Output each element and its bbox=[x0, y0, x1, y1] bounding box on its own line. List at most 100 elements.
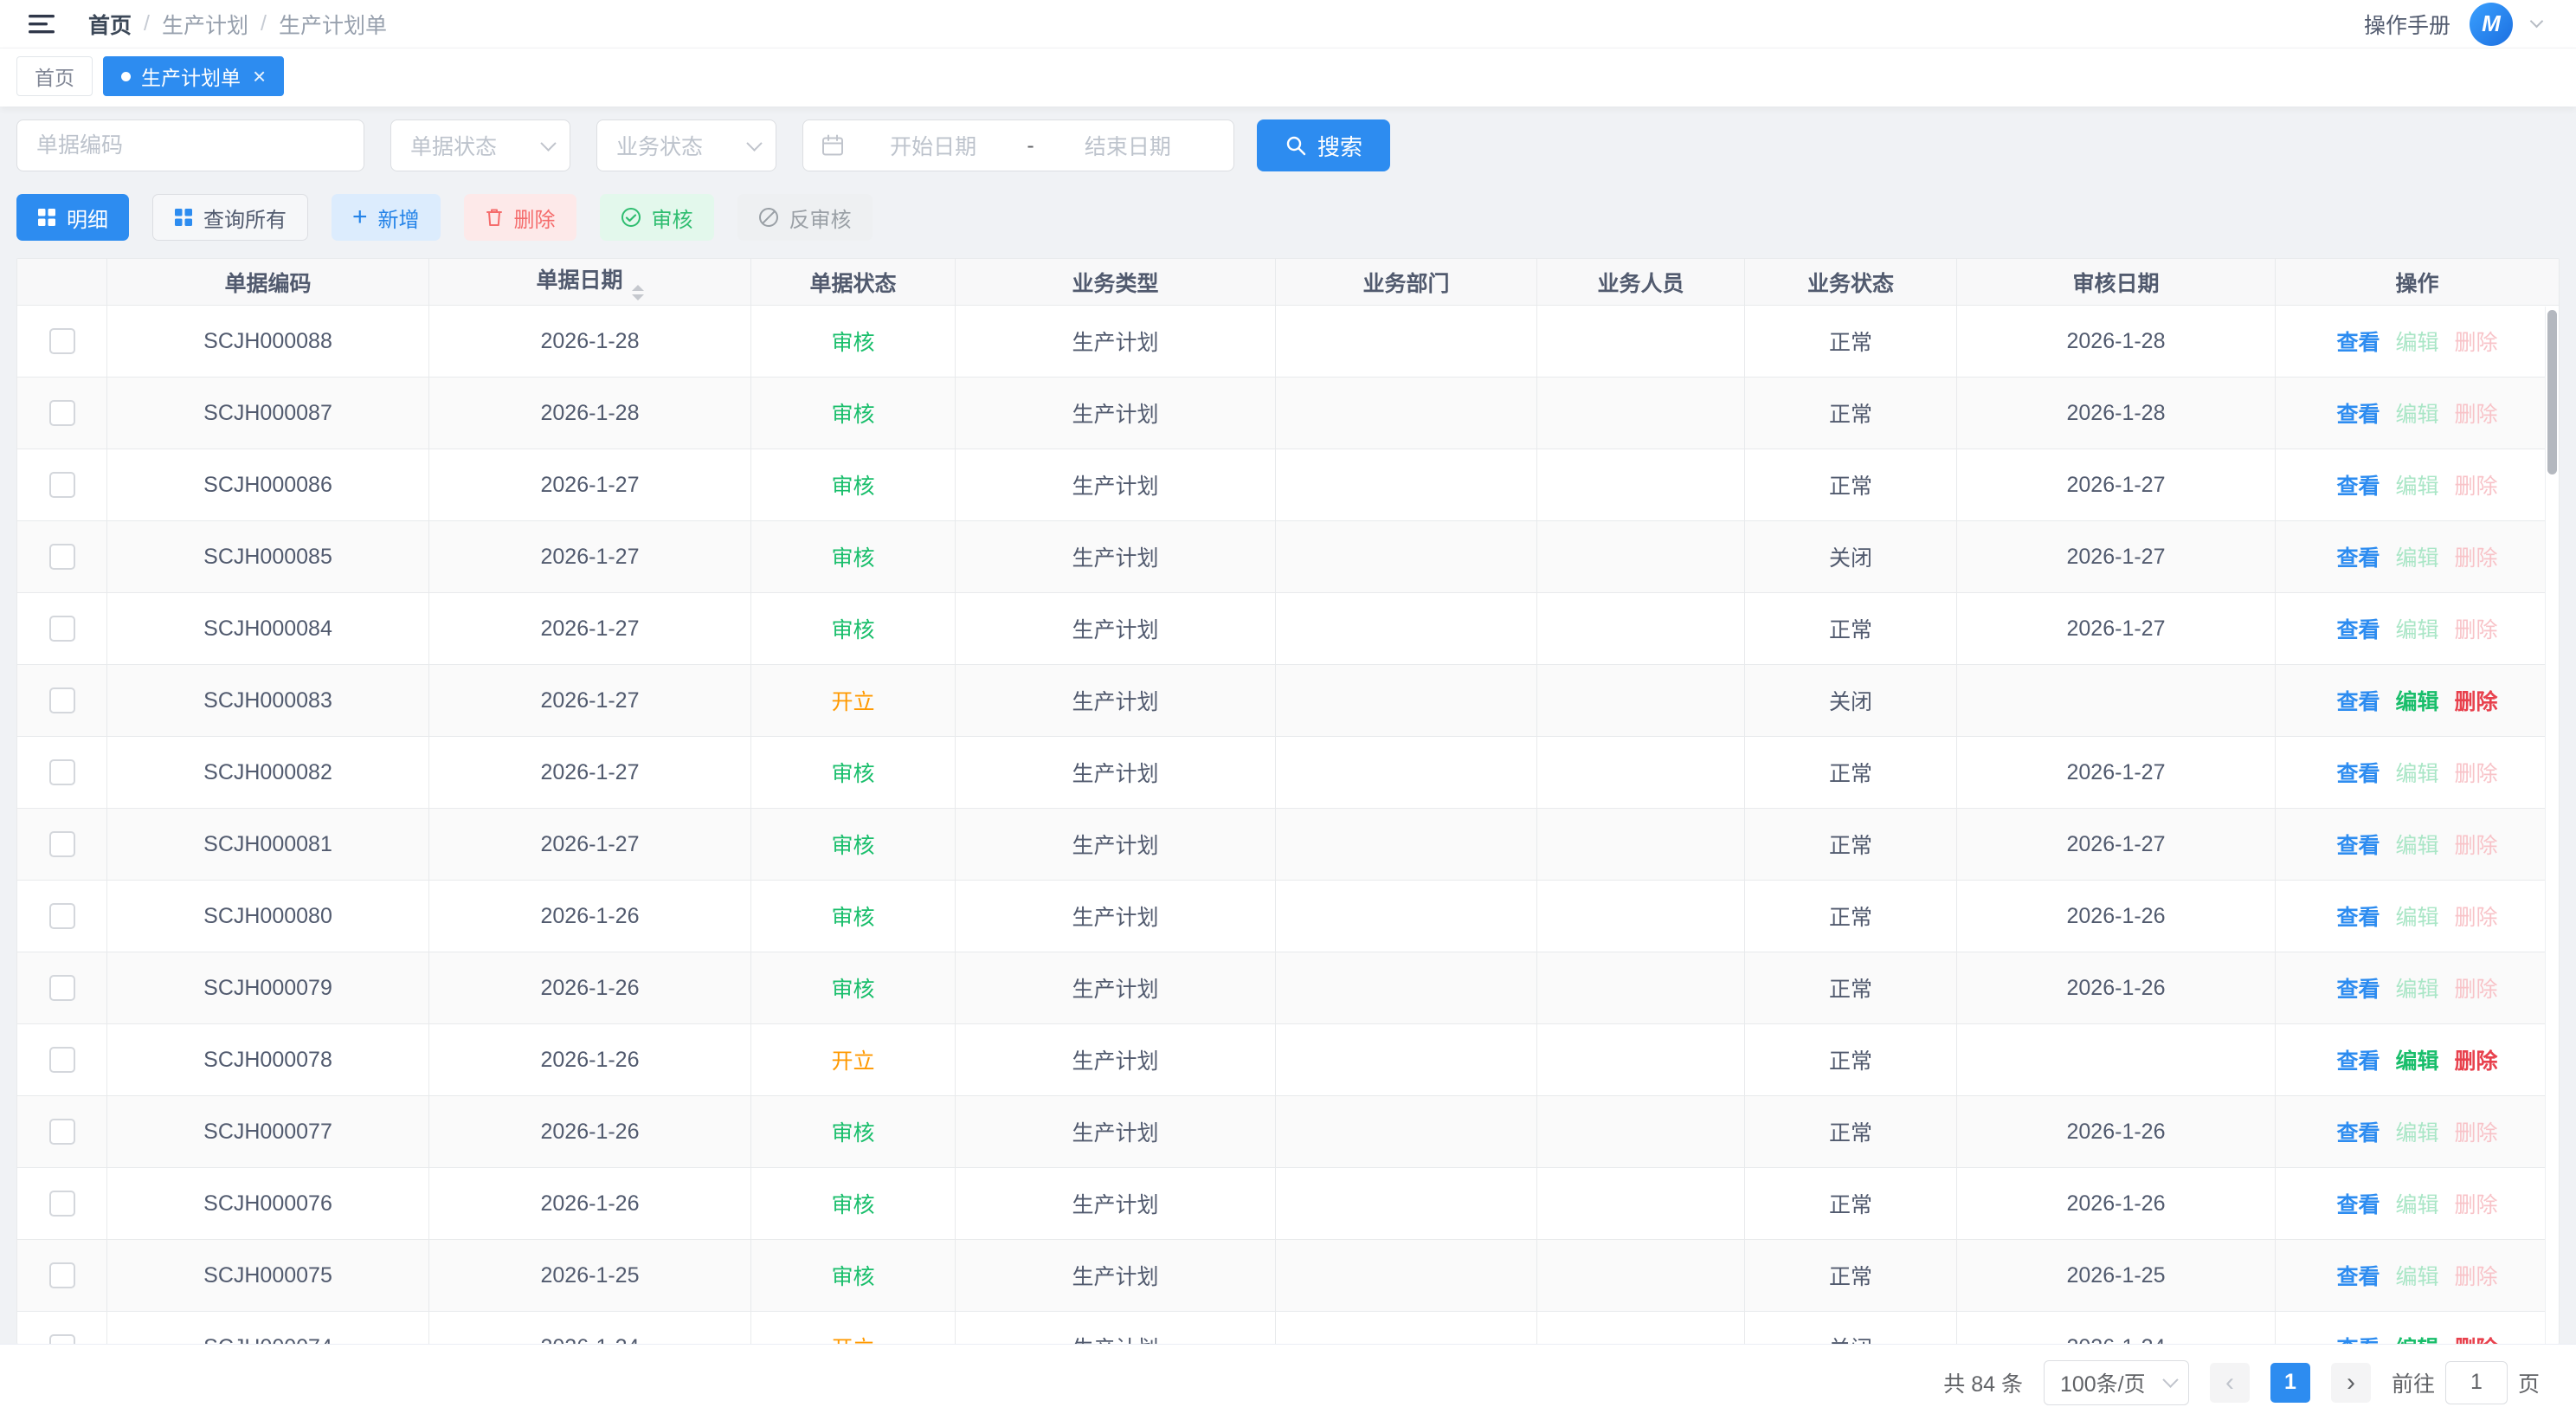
view-link[interactable]: 查看 bbox=[2336, 978, 2380, 1002]
sort-caret-icon[interactable] bbox=[632, 285, 644, 300]
delete-link[interactable]: 删除 bbox=[2455, 1265, 2498, 1289]
view-link[interactable]: 查看 bbox=[2336, 618, 2380, 642]
goto-page-input[interactable] bbox=[2445, 1361, 2508, 1404]
doc-status-select[interactable]: 单据状态 bbox=[390, 119, 570, 171]
tab-close-icon[interactable]: × bbox=[253, 65, 266, 87]
menu-collapse-icon[interactable] bbox=[24, 7, 59, 42]
edit-link[interactable]: 编辑 bbox=[2395, 834, 2438, 858]
row-checkbox[interactable] bbox=[49, 1047, 75, 1073]
next-page-button[interactable]: › bbox=[2331, 1363, 2371, 1403]
delete-link[interactable]: 删除 bbox=[2455, 978, 2498, 1002]
row-checkbox[interactable] bbox=[49, 831, 75, 857]
manual-link[interactable]: 操作手册 bbox=[2364, 9, 2450, 40]
date-range-picker[interactable]: 开始日期 - 结束日期 bbox=[802, 119, 1234, 171]
vertical-scrollbar-track[interactable] bbox=[2545, 307, 2559, 1344]
add-button[interactable]: + 新增 bbox=[332, 194, 441, 241]
topbar-right: 操作手册 M bbox=[2364, 3, 2541, 46]
delete-link[interactable]: 删除 bbox=[2455, 762, 2498, 786]
view-link[interactable]: 查看 bbox=[2336, 762, 2380, 786]
view-link[interactable]: 查看 bbox=[2336, 690, 2380, 714]
biz-status-select[interactable]: 业务状态 bbox=[596, 119, 776, 171]
view-link[interactable]: 查看 bbox=[2336, 403, 2380, 427]
delete-link[interactable]: 删除 bbox=[2455, 1049, 2498, 1074]
cell-doc-date: 2026-1-27 bbox=[429, 665, 751, 737]
row-checkbox[interactable] bbox=[49, 328, 75, 354]
delete-link[interactable]: 删除 bbox=[2455, 834, 2498, 858]
edit-link[interactable]: 编辑 bbox=[2395, 546, 2438, 571]
row-checkbox[interactable] bbox=[49, 544, 75, 570]
edit-link[interactable]: 编辑 bbox=[2395, 1193, 2438, 1217]
audit-check-icon bbox=[621, 207, 641, 228]
delete-link[interactable]: 删除 bbox=[2455, 618, 2498, 642]
query-all-button[interactable]: 查询所有 bbox=[152, 194, 308, 241]
tab-home[interactable]: 首页 bbox=[16, 56, 93, 96]
view-link[interactable]: 查看 bbox=[2336, 1121, 2380, 1146]
edit-link[interactable]: 编辑 bbox=[2395, 331, 2438, 355]
tab-production-plan[interactable]: 生产计划单 × bbox=[103, 56, 284, 96]
delete-link[interactable]: 删除 bbox=[2455, 690, 2498, 714]
delete-link[interactable]: 删除 bbox=[2455, 1193, 2498, 1217]
edit-link[interactable]: 编辑 bbox=[2395, 690, 2438, 714]
breadcrumb: 首页 / 生产计划 / 生产计划单 bbox=[88, 9, 387, 40]
view-link[interactable]: 查看 bbox=[2336, 1265, 2380, 1289]
edit-link[interactable]: 编辑 bbox=[2395, 618, 2438, 642]
view-link[interactable]: 查看 bbox=[2336, 906, 2380, 930]
delete-link[interactable]: 删除 bbox=[2455, 1121, 2498, 1146]
view-link[interactable]: 查看 bbox=[2336, 331, 2380, 355]
page-number-button[interactable]: 1 bbox=[2270, 1363, 2310, 1403]
doc-code-input[interactable] bbox=[16, 119, 364, 171]
cell-biz-person bbox=[1537, 809, 1745, 881]
cell-doc-code: SCJH000077 bbox=[107, 1096, 429, 1168]
edit-link[interactable]: 编辑 bbox=[2395, 978, 2438, 1002]
filter-row: 单据状态 业务状态 开始日期 - 结束日期 bbox=[16, 119, 2560, 171]
delete-link[interactable]: 删除 bbox=[2455, 474, 2498, 499]
delete-link[interactable]: 删除 bbox=[2455, 403, 2498, 427]
view-link[interactable]: 查看 bbox=[2336, 546, 2380, 571]
edit-link[interactable]: 编辑 bbox=[2395, 906, 2438, 930]
view-link[interactable]: 查看 bbox=[2336, 1193, 2380, 1217]
page-size-select[interactable]: 100条/页 bbox=[2044, 1360, 2189, 1405]
row-checkbox[interactable] bbox=[49, 1262, 75, 1288]
row-checkbox[interactable] bbox=[49, 616, 75, 642]
edit-link[interactable]: 编辑 bbox=[2395, 1265, 2438, 1289]
breadcrumb-home[interactable]: 首页 bbox=[88, 9, 132, 40]
delete-link[interactable]: 删除 bbox=[2455, 546, 2498, 571]
edit-link[interactable]: 编辑 bbox=[2395, 1337, 2438, 1344]
delete-link[interactable]: 删除 bbox=[2455, 906, 2498, 930]
detail-button[interactable]: 明细 bbox=[16, 194, 129, 241]
delete-link[interactable]: 删除 bbox=[2455, 331, 2498, 355]
row-checkbox[interactable] bbox=[49, 472, 75, 498]
edit-link[interactable]: 编辑 bbox=[2395, 762, 2438, 786]
toolbar: 明细 查询所有 + 新增 删除 bbox=[16, 194, 2560, 241]
view-link[interactable]: 查看 bbox=[2336, 1337, 2380, 1344]
row-checkbox[interactable] bbox=[49, 1334, 75, 1344]
delete-button[interactable]: 删除 bbox=[464, 194, 576, 241]
edit-link[interactable]: 编辑 bbox=[2395, 1049, 2438, 1074]
row-checkbox[interactable] bbox=[49, 759, 75, 785]
row-checkbox[interactable] bbox=[49, 400, 75, 426]
view-link[interactable]: 查看 bbox=[2336, 1049, 2380, 1074]
audit-button[interactable]: 审核 bbox=[600, 194, 714, 241]
delete-link[interactable]: 删除 bbox=[2455, 1337, 2498, 1344]
row-checkbox[interactable] bbox=[49, 975, 75, 1001]
edit-link[interactable]: 编辑 bbox=[2395, 1121, 2438, 1146]
breadcrumb-production-plan[interactable]: 生产计划 bbox=[162, 9, 248, 40]
avatar-caret-icon[interactable] bbox=[2530, 15, 2544, 29]
edit-link[interactable]: 编辑 bbox=[2395, 403, 2438, 427]
edit-link[interactable]: 编辑 bbox=[2395, 474, 2438, 499]
prev-page-button[interactable]: ‹ bbox=[2210, 1363, 2250, 1403]
date-end-placeholder: 结束日期 bbox=[1040, 130, 1216, 161]
avatar[interactable]: M bbox=[2470, 3, 2513, 46]
search-button[interactable]: 搜索 bbox=[1257, 119, 1390, 171]
unaudit-button[interactable]: 反审核 bbox=[737, 194, 873, 241]
cell-biz-person bbox=[1537, 306, 1745, 378]
view-link[interactable]: 查看 bbox=[2336, 474, 2380, 499]
row-checkbox[interactable] bbox=[49, 687, 75, 713]
row-checkbox[interactable] bbox=[49, 903, 75, 929]
row-checkbox[interactable] bbox=[49, 1191, 75, 1217]
view-link[interactable]: 查看 bbox=[2336, 834, 2380, 858]
col-biz-status: 业务状态 bbox=[1745, 259, 1957, 306]
row-checkbox[interactable] bbox=[49, 1119, 75, 1145]
cell-doc-date: 2026-1-25 bbox=[429, 1240, 751, 1312]
vertical-scrollbar-thumb[interactable] bbox=[2547, 310, 2557, 474]
